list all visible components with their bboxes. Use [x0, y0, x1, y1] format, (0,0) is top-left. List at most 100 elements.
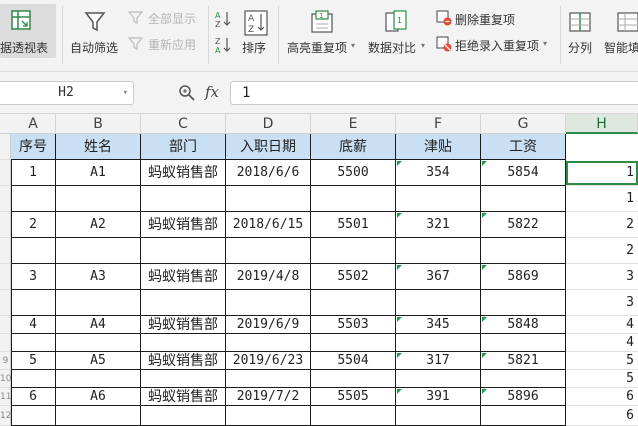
column-h-cell[interactable]: 6: [566, 388, 638, 406]
blank-cell[interactable]: [396, 370, 481, 388]
table-cell[interactable]: 蚂蚁销售部: [141, 388, 226, 406]
table-cell[interactable]: 4: [11, 316, 56, 334]
blank-cell[interactable]: [56, 406, 141, 426]
table-cell[interactable]: 5822: [481, 212, 566, 238]
table-cell[interactable]: 5502: [311, 264, 396, 290]
table-cell[interactable]: 354: [396, 160, 481, 186]
blank-cell[interactable]: [141, 334, 226, 352]
blank-cell[interactable]: [226, 186, 311, 212]
row-header[interactable]: 10: [0, 370, 11, 388]
autofilter-button[interactable]: 自动筛选: [66, 4, 124, 58]
blank-cell[interactable]: [396, 334, 481, 352]
blank-cell[interactable]: [141, 406, 226, 426]
column-h-cell[interactable]: 1: [566, 186, 638, 212]
blank-cell[interactable]: [311, 406, 396, 426]
table-cell[interactable]: 5848: [481, 316, 566, 334]
row-header[interactable]: 12: [0, 406, 11, 426]
column-header-f[interactable]: F: [396, 114, 481, 134]
column-h-cell[interactable]: 4: [566, 334, 638, 352]
table-cell[interactable]: 2018/6/6: [226, 160, 311, 186]
table-cell[interactable]: 391: [396, 388, 481, 406]
data-compare-button[interactable]: 1 数据对比 ▾: [364, 4, 428, 58]
blank-cell[interactable]: [141, 290, 226, 316]
table-cell[interactable]: 2019/6/9: [226, 316, 311, 334]
column-header-c[interactable]: C: [141, 114, 226, 134]
blank-cell[interactable]: [226, 334, 311, 352]
blank-cell[interactable]: [141, 370, 226, 388]
blank-cell[interactable]: [11, 238, 56, 264]
blank-cell[interactable]: [226, 406, 311, 426]
table-cell[interactable]: A6: [56, 388, 141, 406]
table-cell[interactable]: 2019/7/2: [226, 388, 311, 406]
column-h-cell[interactable]: 5: [566, 352, 638, 370]
table-cell[interactable]: 2018/6/15: [226, 212, 311, 238]
blank-cell[interactable]: [226, 290, 311, 316]
table-cell[interactable]: 5896: [481, 388, 566, 406]
table-cell[interactable]: 321: [396, 212, 481, 238]
split-columns-button[interactable]: 分列: [564, 4, 596, 58]
table-header-cell[interactable]: 部门: [141, 134, 226, 160]
blank-cell[interactable]: [481, 334, 566, 352]
table-cell[interactable]: 317: [396, 352, 481, 370]
row-header[interactable]: [0, 186, 11, 212]
column-header-h[interactable]: H: [566, 114, 638, 134]
row-header[interactable]: [0, 134, 11, 160]
insert-function-icon[interactable]: fx: [205, 83, 219, 101]
table-header-cell[interactable]: 津贴: [396, 134, 481, 160]
table-cell[interactable]: 5869: [481, 264, 566, 290]
row-header[interactable]: [0, 160, 11, 186]
table-cell[interactable]: 6: [11, 388, 56, 406]
table-header-cell[interactable]: 底薪: [311, 134, 396, 160]
blank-cell[interactable]: [311, 238, 396, 264]
blank-cell[interactable]: [11, 186, 56, 212]
table-cell[interactable]: 5503: [311, 316, 396, 334]
table-cell[interactable]: A3: [56, 264, 141, 290]
blank-cell[interactable]: [11, 290, 56, 316]
row-header[interactable]: [0, 316, 11, 334]
blank-cell[interactable]: [56, 238, 141, 264]
column-header-a[interactable]: A: [11, 114, 56, 134]
table-cell[interactable]: 2: [11, 212, 56, 238]
table-cell[interactable]: 蚂蚁销售部: [141, 264, 226, 290]
table-cell[interactable]: 1: [11, 160, 56, 186]
row-header[interactable]: [0, 334, 11, 352]
blank-cell[interactable]: [481, 186, 566, 212]
blank-cell[interactable]: [396, 290, 481, 316]
blank-cell[interactable]: [11, 406, 56, 426]
blank-cell[interactable]: [396, 238, 481, 264]
blank-cell[interactable]: [396, 186, 481, 212]
blank-cell[interactable]: [481, 290, 566, 316]
table-cell[interactable]: A1: [56, 160, 141, 186]
sort-descending-button[interactable]: ZA: [214, 36, 232, 54]
table-cell[interactable]: 5854: [481, 160, 566, 186]
table-cell[interactable]: 5821: [481, 352, 566, 370]
row-header[interactable]: 9: [0, 352, 11, 370]
blank-cell[interactable]: [56, 290, 141, 316]
table-cell[interactable]: 5501: [311, 212, 396, 238]
blank-cell[interactable]: [141, 238, 226, 264]
blank-cell[interactable]: [56, 186, 141, 212]
column-h-cell[interactable]: 4: [566, 316, 638, 334]
table-cell[interactable]: 5: [11, 352, 56, 370]
blank-cell[interactable]: [11, 334, 56, 352]
row-header[interactable]: [0, 238, 11, 264]
table-cell[interactable]: A5: [56, 352, 141, 370]
formula-input[interactable]: 1: [230, 81, 638, 105]
table-cell[interactable]: 5500: [311, 160, 396, 186]
table-cell[interactable]: 367: [396, 264, 481, 290]
blank-cell[interactable]: [56, 334, 141, 352]
column-h-cell[interactable]: 2: [566, 212, 638, 238]
blank-cell[interactable]: [311, 290, 396, 316]
table-cell[interactable]: 2019/6/23: [226, 352, 311, 370]
table-cell[interactable]: A4: [56, 316, 141, 334]
row-header[interactable]: [0, 264, 11, 290]
highlight-duplicates-button[interactable]: 1 高亮重复项 ▾: [284, 4, 360, 58]
blank-cell[interactable]: [226, 238, 311, 264]
row-header[interactable]: [0, 212, 11, 238]
table-cell[interactable]: 345: [396, 316, 481, 334]
blank-cell[interactable]: [481, 238, 566, 264]
pivot-table-button[interactable]: 数据透视表: [0, 4, 56, 58]
table-header-cell[interactable]: 入职日期: [226, 134, 311, 160]
table-cell[interactable]: 5504: [311, 352, 396, 370]
row-header[interactable]: 11: [0, 388, 11, 406]
